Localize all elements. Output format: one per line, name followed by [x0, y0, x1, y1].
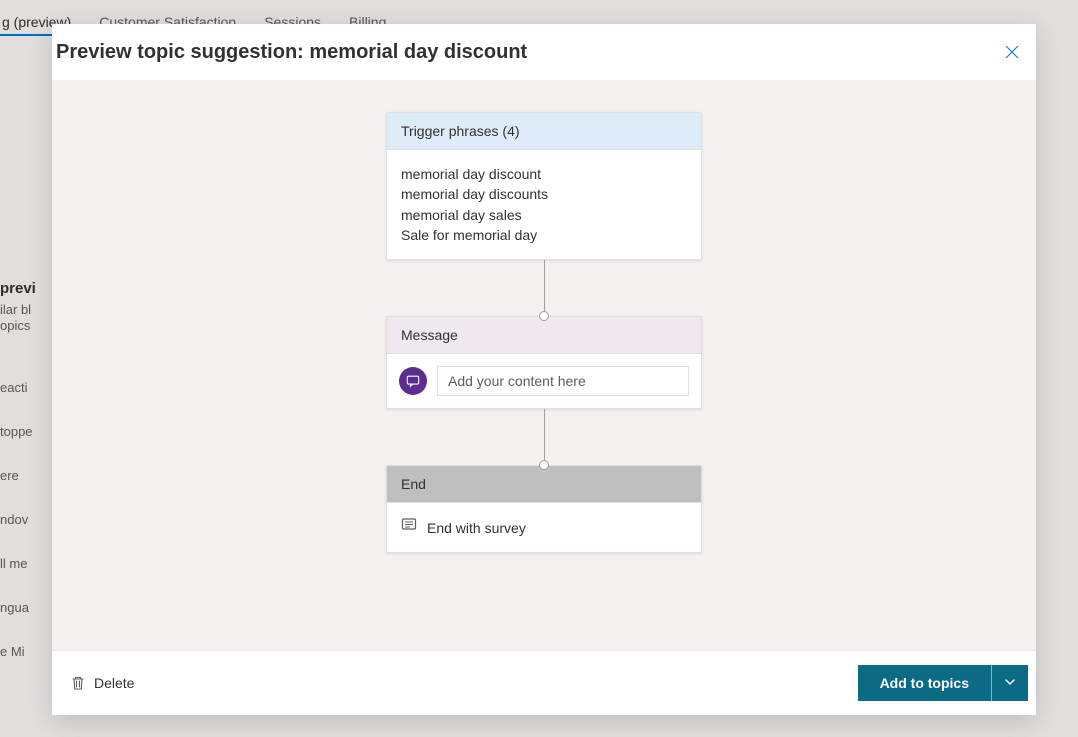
- trigger-header: Trigger phrases (4): [387, 113, 701, 150]
- close-button[interactable]: [996, 36, 1028, 68]
- modal-title: Preview topic suggestion: memorial day d…: [52, 41, 527, 64]
- connector-dot: [539, 311, 549, 321]
- end-header: End: [387, 466, 701, 503]
- survey-icon: [401, 517, 417, 538]
- chevron-down-icon: [1004, 676, 1016, 688]
- end-node: End End with survey: [386, 465, 702, 553]
- trigger-body: memorial day discount memorial day disco…: [387, 150, 701, 259]
- modal-body: Trigger phrases (4) memorial day discoun…: [52, 80, 1036, 650]
- message-content-input[interactable]: Add your content here: [437, 366, 689, 396]
- preview-topic-modal: Preview topic suggestion: memorial day d…: [52, 24, 1036, 715]
- connector-line: [544, 260, 545, 316]
- add-to-topics-button[interactable]: Add to topics: [858, 665, 991, 701]
- trigger-phrase: Sale for memorial day: [401, 225, 687, 245]
- delete-label: Delete: [94, 675, 134, 691]
- close-icon: [1005, 45, 1019, 59]
- flow-canvas: Trigger phrases (4) memorial day discoun…: [384, 112, 704, 553]
- end-body: End with survey: [387, 503, 701, 552]
- connector-dot: [539, 460, 549, 470]
- delete-button[interactable]: Delete: [66, 669, 138, 697]
- trigger-phrases-node: Trigger phrases (4) memorial day discoun…: [386, 112, 702, 260]
- modal-header: Preview topic suggestion: memorial day d…: [52, 24, 1036, 80]
- trigger-phrase: memorial day discount: [401, 164, 687, 184]
- message-body: Add your content here: [387, 354, 701, 408]
- message-header: Message: [387, 317, 701, 354]
- add-to-topics-dropdown[interactable]: [991, 665, 1028, 701]
- modal-footer: Delete Add to topics: [52, 650, 1036, 715]
- add-to-topics-split-button: Add to topics: [858, 665, 1028, 701]
- trigger-phrase: memorial day sales: [401, 205, 687, 225]
- message-icon: [399, 367, 427, 395]
- trigger-phrase: memorial day discounts: [401, 184, 687, 204]
- modal-overlay: Preview topic suggestion: memorial day d…: [0, 0, 1078, 737]
- connector-line: [544, 409, 545, 465]
- trash-icon: [70, 675, 86, 691]
- end-with-survey-label: End with survey: [427, 520, 526, 536]
- message-node: Message Add your content here: [386, 316, 702, 409]
